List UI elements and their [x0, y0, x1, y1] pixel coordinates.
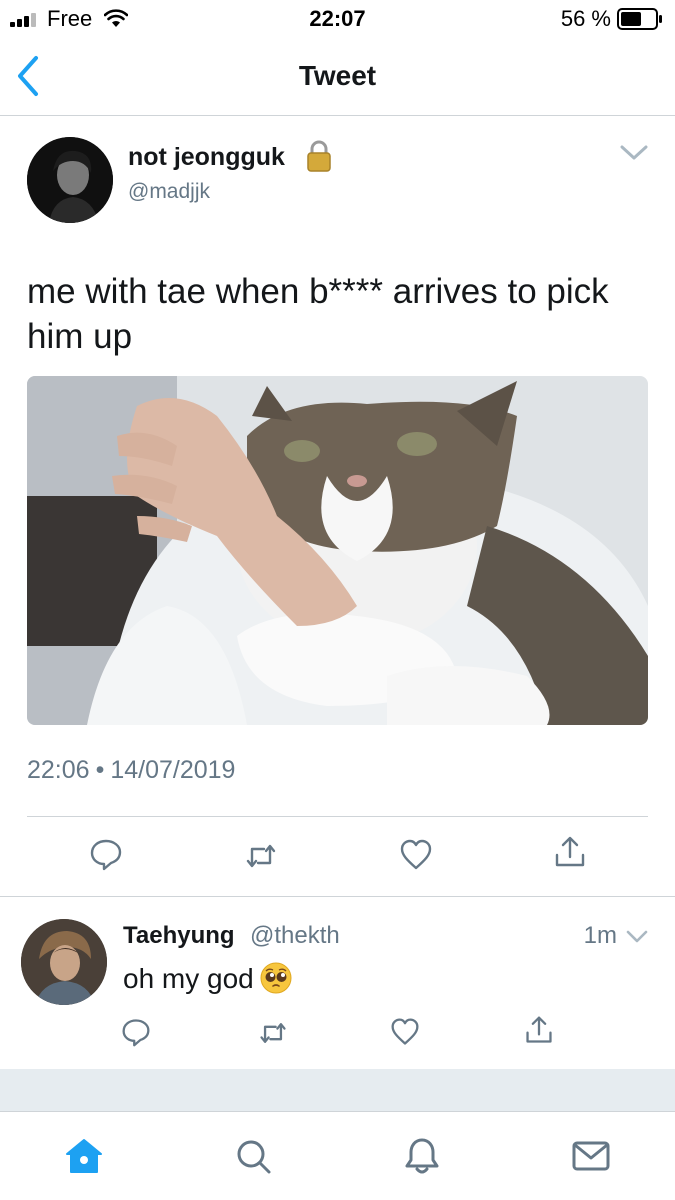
reply-author-avatar[interactable] — [21, 919, 107, 1005]
like-icon[interactable] — [390, 1017, 420, 1047]
reply-author-handle: @thekth — [250, 922, 340, 949]
retweet-icon[interactable] — [244, 839, 278, 873]
tweet-timestamp: 22:06 • 14/07/2019 — [27, 756, 235, 785]
messages-icon[interactable] — [571, 1136, 611, 1176]
timestamp-separator: • — [95, 756, 105, 784]
lock-icon — [307, 140, 331, 172]
share-icon[interactable] — [524, 1014, 554, 1046]
home-icon[interactable] — [64, 1136, 104, 1176]
battery-percent: 56 % — [560, 6, 611, 31]
tweet-date: 14/07/2019 — [110, 756, 236, 784]
tab-bar — [0, 1111, 675, 1200]
divider — [27, 816, 648, 817]
pleading-face-emoji-icon — [260, 962, 292, 994]
author-avatar[interactable] — [27, 137, 113, 223]
reply-author-name[interactable]: Taehyung — [123, 922, 235, 950]
like-icon[interactable] — [399, 838, 433, 872]
section-separator — [0, 1069, 675, 1111]
author-name[interactable]: not jeongguk — [128, 143, 285, 172]
main-tweet: not jeongguk @madjjk me with tae when b*… — [0, 117, 675, 897]
share-icon[interactable] — [553, 835, 587, 869]
tweet-actions — [0, 835, 675, 877]
notifications-icon[interactable] — [402, 1136, 442, 1176]
reply-icon[interactable] — [89, 837, 123, 871]
chevron-down-icon[interactable] — [619, 143, 649, 163]
status-bar: Free 22:07 56 % — [0, 0, 675, 40]
navigation-bar: Tweet — [0, 40, 675, 116]
reply-text: oh my god — [123, 962, 292, 995]
search-icon[interactable] — [233, 1136, 273, 1176]
tweet-time: 22:06 — [27, 756, 90, 784]
reply-tweet[interactable]: Taehyung @thekth 1m oh my god — [0, 897, 675, 1069]
chevron-down-icon[interactable] — [625, 929, 649, 945]
reply-actions — [0, 1014, 675, 1051]
battery-icon — [617, 8, 662, 30]
retweet-icon[interactable] — [258, 1018, 288, 1048]
tweet-image[interactable] — [27, 376, 648, 725]
tweet-text: me with tae when b**** arrives to pick h… — [27, 272, 609, 356]
reply-text-content: oh my god — [123, 963, 254, 994]
author-handle: @madjjk — [128, 180, 211, 203]
page-title: Tweet — [298, 60, 377, 91]
reply-icon[interactable] — [121, 1017, 151, 1047]
reply-time: 1m — [583, 922, 617, 949]
